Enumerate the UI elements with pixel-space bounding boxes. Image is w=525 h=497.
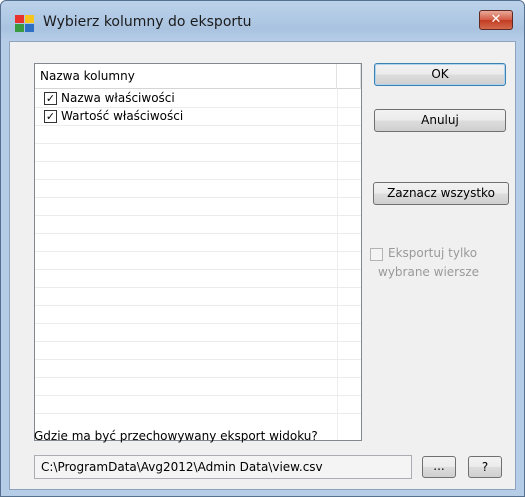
list-item — [35, 378, 361, 396]
list-item — [35, 234, 361, 252]
column-header-filler — [337, 64, 361, 89]
column-header-name[interactable]: Nazwa kolumny — [35, 64, 337, 89]
checked-checkbox-icon[interactable]: ✓ — [44, 110, 57, 123]
select-all-button[interactable]: Zaznacz wszystko — [373, 182, 509, 205]
list-item — [35, 144, 361, 162]
list-item-label: Wartość właściwości — [61, 109, 184, 123]
export-selected-label-line1: Eksportuj tylko — [388, 246, 478, 260]
list-item[interactable]: ✓ Nazwa właściwości — [35, 90, 361, 108]
browse-button[interactable]: ... — [422, 456, 456, 478]
avg-app-icon — [15, 15, 34, 32]
export-selected-checkbox-box[interactable] — [370, 248, 383, 261]
list-item — [35, 306, 361, 324]
ok-button[interactable]: OK — [374, 63, 506, 86]
list-item — [35, 342, 361, 360]
checked-checkbox-icon[interactable]: ✓ — [44, 92, 57, 105]
dialog-client-area: Nazwa kolumny ✓ Nazwa właściwości ✓ Wartość… — [9, 41, 516, 490]
list-item[interactable]: ✓ Wartość właściwości — [35, 108, 361, 126]
list-item — [35, 396, 361, 414]
column-list[interactable]: Nazwa kolumny ✓ Nazwa właściwości ✓ Wartość… — [34, 63, 362, 441]
list-rows: ✓ Nazwa właściwości ✓ Wartość właściwości — [35, 90, 361, 414]
export-path-field[interactable]: C:\ProgramData\Avg2012\Admin Data\view.c… — [34, 455, 412, 479]
help-button[interactable]: ? — [468, 456, 502, 478]
list-header: Nazwa kolumny — [35, 64, 361, 89]
export-path-label: Gdzie ma być przechowywany eksport widok… — [34, 429, 318, 443]
close-icon: ✕ — [490, 12, 502, 27]
list-item-label: Nazwa właściwości — [61, 91, 175, 105]
list-item — [35, 126, 361, 144]
list-item — [35, 252, 361, 270]
close-button[interactable]: ✕ — [479, 10, 513, 30]
list-item — [35, 360, 361, 378]
dialog-window: Wybierz kolumny do eksportu ✕ Nazwa kolu… — [0, 0, 525, 497]
window-title: Wybierz kolumny do eksportu — [43, 14, 252, 30]
list-item — [35, 162, 361, 180]
list-item — [35, 216, 361, 234]
list-item — [35, 324, 361, 342]
title-bar[interactable]: Wybierz kolumny do eksportu ✕ — [1, 1, 524, 41]
cancel-button[interactable]: Anuluj — [374, 109, 506, 132]
list-item — [35, 270, 361, 288]
list-item — [35, 288, 361, 306]
list-item — [35, 180, 361, 198]
export-selected-label-line2: wybrane wiersze — [378, 265, 480, 279]
list-item — [35, 198, 361, 216]
